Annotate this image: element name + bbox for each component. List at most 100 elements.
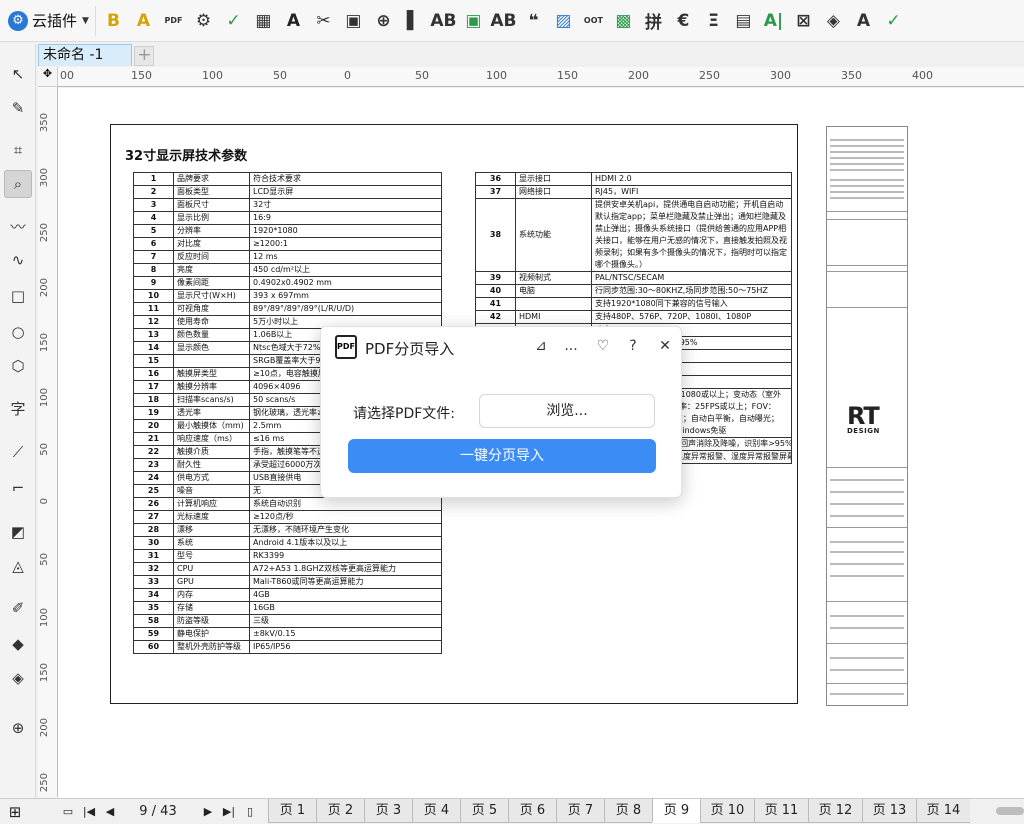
param-value: 450 cd/m²以上 — [249, 263, 442, 277]
picture-icon[interactable]: ▨ — [550, 7, 577, 34]
dialog-header[interactable]: PDF PDF分页导入 ⊿ ... ♡ ? ✕ — [321, 327, 681, 367]
screen-icon[interactable]: ▣ — [460, 7, 487, 34]
close-icon[interactable]: ✕ — [655, 336, 675, 356]
fill-tool-icon[interactable]: ◆ — [4, 630, 32, 658]
page-tab[interactable]: 页 3 — [364, 799, 412, 823]
nodes-icon[interactable]: ⚙ — [190, 7, 217, 34]
align-text-icon[interactable]: A| — [760, 7, 787, 34]
text-art-icon[interactable]: A — [130, 7, 157, 34]
bold-icon[interactable]: B — [100, 7, 127, 34]
ab-compare-icon[interactable]: AB — [490, 7, 517, 34]
add-document-tab-button[interactable]: + — [134, 46, 155, 66]
add-tool-icon[interactable]: ⊕ — [4, 714, 32, 742]
document-tab[interactable]: 未命名 -1 — [38, 44, 133, 66]
table-row: 26 计算机响应 系统自动识别 — [133, 497, 442, 511]
one-click-import-button[interactable]: 一键分页导入 — [348, 439, 656, 473]
drop-shadow-icon[interactable]: ◩ — [4, 518, 32, 546]
page-tab[interactable]: 页 1 — [268, 799, 316, 823]
ab-icon[interactable]: AB — [430, 7, 457, 34]
page-tab[interactable]: 页 14 — [916, 799, 970, 823]
polygon-tool-icon[interactable]: ⬡ — [4, 352, 32, 380]
shape-icon[interactable]: ◈ — [820, 7, 847, 34]
crop-tool-icon[interactable]: ⌗ — [4, 136, 32, 164]
shape-tool-icon[interactable]: ✎ — [4, 94, 32, 122]
page-options-icon[interactable]: ▭ — [60, 803, 76, 821]
link-icon[interactable]: ⊕ — [370, 7, 397, 34]
page-tab[interactable]: 页 4 — [412, 799, 460, 823]
stitch-icon[interactable]: 拼 — [640, 7, 667, 34]
smart-fill-icon[interactable]: ◈ — [4, 664, 32, 692]
cloud-plugin-menu[interactable]: ⚙ 云插件 ▼ — [0, 5, 96, 36]
image-icon[interactable]: ▣ — [340, 7, 367, 34]
row-number: 60 — [133, 640, 174, 654]
grid-icon[interactable]: ⊠ — [790, 7, 817, 34]
page-tab[interactable]: 页 2 — [316, 799, 364, 823]
dimension-tool-icon[interactable]: ⟋ — [4, 438, 32, 466]
horizontal-ruler[interactable]: 00 150 100 50 0 50 100 150 200 250 300 350 400 — [58, 67, 1024, 87]
last-page-button[interactable]: ▶| — [220, 803, 238, 821]
row-number: 38 — [475, 198, 516, 272]
eyedropper-tool-icon[interactable]: ✐ — [4, 594, 32, 622]
previous-page-button[interactable]: ◀ — [102, 803, 118, 821]
freehand-tool-icon[interactable]: 〰 — [4, 212, 32, 240]
pin-icon[interactable]: ⊿ — [531, 336, 551, 356]
connector-tool-icon[interactable]: ⌐ — [4, 474, 32, 502]
param-value: LCD显示屏 — [249, 185, 442, 199]
help-icon[interactable]: ? — [623, 336, 643, 356]
text-align-icon[interactable]: A — [850, 7, 877, 34]
block-icon[interactable]: ▌ — [400, 7, 427, 34]
page-tab[interactable]: 页 9 — [652, 799, 700, 823]
layout-icon[interactable]: ▦ — [250, 7, 277, 34]
horizontal-scrollbar[interactable] — [996, 807, 1024, 815]
ruler-toggle-icon[interactable]: ⊞ — [6, 803, 24, 821]
export-icon[interactable]: ✓ — [220, 7, 247, 34]
row-number: 7 — [133, 250, 174, 264]
curve-icon[interactable]: € — [670, 7, 697, 34]
favorite-icon[interactable]: ♡ — [593, 336, 613, 356]
adjacent-drawing-sheet: RT DESIGN — [826, 126, 908, 706]
page-tab[interactable]: 页 13 — [862, 799, 916, 823]
quote-icon[interactable]: ❝ — [520, 7, 547, 34]
oot-icon[interactable]: OOT — [580, 7, 607, 34]
page-tab[interactable]: 页 7 — [556, 799, 604, 823]
add-page-icon[interactable]: ▯ — [242, 803, 258, 821]
page-tab[interactable]: 页 8 — [604, 799, 652, 823]
pattern-icon[interactable]: ▩ — [610, 7, 637, 34]
zoom-tool-icon[interactable]: ⌕ — [4, 170, 32, 198]
cut-icon[interactable]: ✂ — [310, 7, 337, 34]
first-page-button[interactable]: |◀ — [80, 803, 98, 821]
param-name: 光标速度 — [173, 510, 250, 524]
vertical-ruler[interactable]: 350 300 250 200 150 100 50 0 50 100 150 200 250 — [38, 87, 58, 797]
more-icon[interactable]: ... — [561, 336, 581, 356]
check-icon[interactable]: ✓ — [880, 7, 907, 34]
artistic-media-icon[interactable]: ∿ — [4, 246, 32, 274]
page-tab[interactable]: 页 12 — [808, 799, 862, 823]
align-icon[interactable]: Ξ — [700, 7, 727, 34]
pdf-icon[interactable]: PDF — [160, 7, 187, 34]
table-icon[interactable]: ▤ — [730, 7, 757, 34]
page-tab[interactable]: 页 6 — [508, 799, 556, 823]
page-tab[interactable]: 页 11 — [754, 799, 808, 823]
ellipse-tool-icon[interactable]: ○ — [4, 318, 32, 346]
rectangle-tool-icon[interactable]: □ — [4, 282, 32, 310]
param-value: 三级 — [249, 614, 442, 628]
pick-tool-icon[interactable]: ↖ — [4, 60, 32, 88]
text-tool-icon[interactable]: 字 — [4, 394, 32, 422]
ruler-origin-icon[interactable]: ✥ — [38, 67, 58, 87]
param-name: 显示接口 — [515, 172, 592, 186]
ruler-tick-label: 50 — [415, 69, 429, 82]
param-value: 无漂移，不随环境产生变化 — [249, 523, 442, 537]
row-number: 28 — [133, 523, 174, 537]
param-name — [173, 354, 250, 368]
page-tab[interactable]: 页 10 — [700, 799, 754, 823]
page-tab[interactable]: 页 5 — [460, 799, 508, 823]
transparency-tool-icon[interactable]: ◬ — [4, 552, 32, 580]
param-name: 显示比例 — [173, 211, 250, 225]
browse-button[interactable]: 浏览... — [479, 394, 655, 428]
row-number: 24 — [133, 471, 174, 485]
param-name: 漂移 — [173, 523, 250, 537]
param-name: 面板尺寸 — [173, 198, 250, 212]
next-page-button[interactable]: ▶ — [200, 803, 216, 821]
param-name: 显示尺寸(W×H) — [173, 289, 250, 303]
font-icon[interactable]: A — [280, 7, 307, 34]
